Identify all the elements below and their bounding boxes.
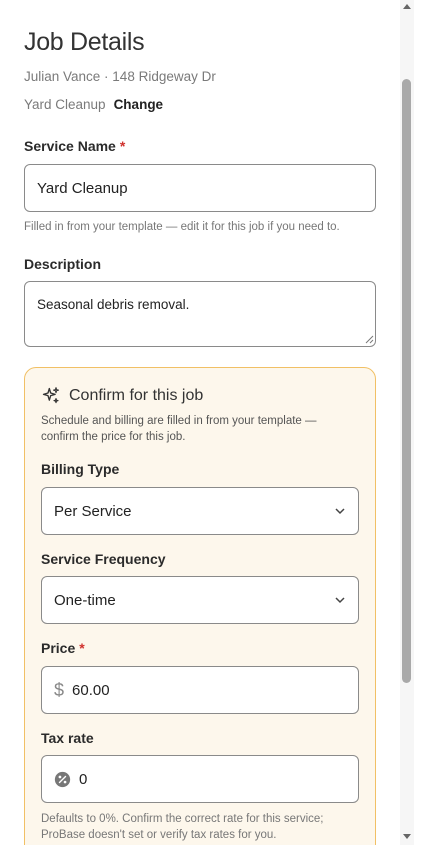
change-service-link[interactable]: Change [114,97,164,112]
confirm-card-header: Confirm for this job [41,386,203,406]
scroll-up-arrow-icon[interactable] [403,4,411,9]
resize-grip-icon[interactable] [364,334,374,344]
price-value: 60.00 [72,681,110,699]
service-name-input[interactable]: Yard Cleanup [24,164,376,212]
service-name-label-text: Service Name [24,138,116,154]
vertical-scrollbar[interactable] [400,0,414,845]
scrollbar-thumb[interactable] [402,79,411,683]
service-frequency-select[interactable]: One-time [41,576,359,624]
confirm-card-title: Confirm for this job [69,387,204,404]
description-label: Description [24,256,102,272]
confirm-card: Confirm for this job Schedule and billin… [24,367,376,845]
required-mark: * [79,640,85,656]
tax-rate-label: Tax rate [41,730,94,746]
billing-type-select[interactable]: Per Service [41,487,359,535]
chevron-down-icon [335,597,345,604]
tax-rate-value: 0 [79,770,88,788]
selected-service: Yard Cleanup [24,97,106,112]
scroll-down-arrow-icon[interactable] [403,834,411,839]
service-name-hint: Filled in from your template — edit it f… [24,221,340,233]
tax-rate-input[interactable]: 0 [41,755,359,803]
price-label: Price * [41,640,85,656]
description-textarea[interactable]: Seasonal debris removal. [24,281,376,347]
page-title: Job Details [24,28,145,56]
service-frequency-label: Service Frequency [41,551,166,567]
client-address: Julian Vance · 148 Ridgeway Dr [24,69,216,84]
confirm-card-description: Schedule and billing are filled in from … [41,415,317,443]
service-frequency-value: One-time [54,591,116,609]
sparkles-icon [42,387,60,404]
percent-badge-icon [54,771,71,787]
service-name-label: Service Name * [24,138,125,154]
price-label-text: Price [41,640,76,656]
selected-service-line: Yard Cleanup Change [24,97,163,112]
billing-type-value: Per Service [54,502,132,520]
chevron-down-icon [335,508,345,515]
service-name-value: Yard Cleanup [37,179,128,197]
tax-rate-footnote: Defaults to 0%. Confirm the correct rate… [41,813,324,841]
currency-symbol: $ [54,679,65,700]
job-details-page: Job Details Julian Vance · 148 Ridgeway … [0,0,400,845]
required-mark: * [119,138,126,154]
price-input[interactable]: $ 60.00 [41,666,359,714]
billing-type-label: Billing Type [41,461,120,477]
description-value: Seasonal debris removal. [37,297,190,312]
